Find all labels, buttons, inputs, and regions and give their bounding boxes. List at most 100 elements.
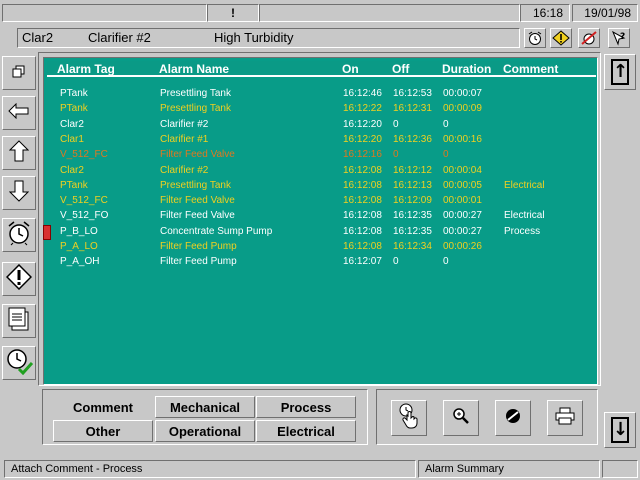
bottom-panel: Comment Mechanical Process Other Operati…	[42, 389, 598, 445]
table-row[interactable]: Clar2 Clarifier #2 16:12:08 16:12:12 00:00:0…	[47, 164, 596, 179]
filter-mechanical-button[interactable]: Mechanical	[155, 396, 255, 418]
table-row[interactable]: Clar2 Clarifier #2 16:12:20 0 0	[47, 118, 596, 133]
cell-alarm-name: Filter Feed Pump	[160, 256, 237, 268]
table-row[interactable]: V_512_FC Filter Feed Valve 16:12:08 16:12:0…	[47, 194, 596, 209]
cell-alarm-tag: P_A_LO	[60, 241, 98, 252]
column-header-alarm-tag[interactable]: Alarm Tag	[57, 62, 115, 76]
alarm-acknowledge-icon	[5, 347, 34, 380]
zoom-icon	[452, 407, 470, 430]
back-button[interactable]	[2, 96, 36, 130]
cell-alarm-tag: PTank	[60, 88, 88, 99]
warning-icon[interactable]	[550, 28, 572, 48]
cell-off: 0	[393, 149, 399, 161]
active-alarms-button[interactable]	[2, 218, 36, 252]
svg-text:?: ?	[620, 32, 625, 42]
status-bar: Attach Comment - Process Alarm Summary	[0, 458, 640, 480]
filter-process-button[interactable]: Process	[256, 396, 356, 418]
help-icon[interactable]: ?	[608, 28, 630, 48]
print-button[interactable]	[547, 400, 583, 436]
page-up-icon: ↑	[611, 59, 629, 85]
cell-duration: 0	[443, 256, 449, 268]
cell-alarm-name: Filter Feed Valve	[160, 210, 235, 222]
attach-comment-button[interactable]	[391, 400, 427, 436]
alarm-indicator[interactable]: !	[207, 4, 259, 22]
scroll-down-button[interactable]	[2, 176, 36, 210]
cell-off: 16:12:31	[393, 103, 432, 115]
cell-alarm-tag: Clar1	[60, 133, 84, 145]
status-extra	[602, 460, 638, 478]
alarm-clock-icon[interactable]	[524, 28, 546, 48]
print-icon	[555, 407, 575, 430]
arrow-up-icon	[8, 139, 30, 167]
column-header-comment[interactable]: Comment	[503, 62, 558, 76]
alarm-silence-icon[interactable]	[578, 28, 600, 48]
cell-duration: 00:00:01	[443, 195, 482, 207]
filter-operational-button[interactable]: Operational	[155, 420, 255, 442]
acknowledge-alarms-button[interactable]	[2, 346, 36, 380]
column-header-duration[interactable]: Duration	[442, 62, 491, 76]
cell-on: 16:12:20	[343, 133, 382, 145]
alarm-summary-grid[interactable]: Alarm Tag Alarm Name On Off Duration Com…	[43, 57, 598, 385]
cell-off: 16:12:12	[393, 164, 432, 176]
cell-duration: 00:00:04	[443, 164, 482, 176]
table-row[interactable]: P_A_OH Filter Feed Pump 16:12:07 0 0	[47, 255, 596, 270]
cell-alarm-tag: P_B_LO	[60, 225, 98, 237]
cell-off: 16:12:35	[393, 210, 432, 222]
back-arrow-icon	[8, 102, 30, 124]
cell-comment: Electrical	[504, 210, 545, 222]
table-row[interactable]: V_512_FC Filter Feed Valve 16:12:16 0 0	[47, 148, 596, 163]
column-header-alarm-name[interactable]: Alarm Name	[159, 62, 229, 76]
silence-button[interactable]	[495, 400, 531, 436]
latest-alarm-tag: Clar2	[22, 30, 54, 45]
column-header-on[interactable]: On	[342, 62, 359, 76]
cell-off: 16:12:09	[393, 195, 432, 207]
page-down-button[interactable]: ↓	[604, 412, 636, 448]
cell-comment: Electrical	[504, 179, 545, 191]
notepad-icon	[7, 306, 31, 337]
cell-on: 16:12:08	[343, 225, 382, 237]
cell-alarm-name: Presettling Tank	[160, 103, 231, 115]
top-field-left	[2, 4, 207, 22]
cell-alarm-name: Presettling Tank	[160, 88, 231, 99]
cell-alarm-name: Filter Feed Pump	[160, 241, 237, 252]
column-header-off[interactable]: Off	[392, 62, 409, 76]
cell-alarm-name: Clarifier #2	[160, 118, 209, 130]
cell-on: 16:12:08	[343, 210, 382, 222]
clock-time: 16:18	[520, 4, 570, 22]
cell-on: 16:12:08	[343, 179, 382, 191]
cell-comment: Process	[504, 225, 541, 237]
attach-comment-hand-icon	[396, 402, 422, 435]
top-field-middle	[259, 4, 520, 22]
table-row[interactable]: PTank Presettling Tank 16:12:46 16:12:53 00:…	[47, 87, 596, 102]
filter-electrical-button[interactable]: Electrical	[256, 420, 356, 442]
table-row[interactable]: PTank Presettling Tank 16:12:22 16:12:31 00:…	[47, 102, 596, 117]
cell-duration: 00:00:26	[443, 241, 482, 252]
alarm-clock-icon	[6, 220, 32, 251]
scroll-up-button[interactable]	[2, 136, 36, 170]
zoom-button[interactable]	[443, 400, 479, 436]
table-row[interactable]: P_A_LO Filter Feed Pump 16:12:08 16:12:34 00…	[47, 240, 596, 255]
cell-alarm-name: Concentrate Sump Pump	[160, 225, 273, 237]
cell-off: 16:12:35	[393, 225, 432, 237]
table-row[interactable]: P_B_LO Concentrate Sump Pump 16:12:08 16:12…	[43, 224, 596, 240]
warnings-button[interactable]	[2, 262, 36, 296]
cell-duration: 00:00:16	[443, 133, 482, 145]
cell-alarm-name: Filter Feed Valve	[160, 195, 235, 207]
filter-other-button[interactable]: Other	[53, 420, 153, 442]
comment-label: Comment	[53, 396, 153, 418]
cell-off: 16:12:53	[393, 88, 432, 99]
cell-off: 16:12:13	[393, 179, 432, 191]
table-row[interactable]: PTank Presettling Tank 16:12:08 16:12:13 00:…	[47, 179, 596, 194]
clock-date: 19/01/98	[572, 4, 638, 22]
cell-duration: 0	[443, 118, 449, 130]
table-row[interactable]: V_512_FO Filter Feed Valve 16:12:08 16:12:3…	[47, 209, 596, 224]
mute-icon	[504, 407, 522, 430]
cell-duration: 00:00:27	[443, 225, 482, 237]
alarm-notes-button[interactable]	[2, 304, 36, 338]
grid-header: Alarm Tag Alarm Name On Off Duration Com…	[47, 61, 596, 77]
restore-window-button[interactable]	[2, 56, 36, 90]
table-row[interactable]: Clar1 Clarifier #1 16:12:20 16:12:36 00:00:1…	[47, 133, 596, 148]
latest-alarm-description: High Turbidity	[214, 30, 294, 45]
arrow-down-icon	[8, 180, 30, 207]
page-up-button[interactable]: ↑	[604, 54, 636, 90]
